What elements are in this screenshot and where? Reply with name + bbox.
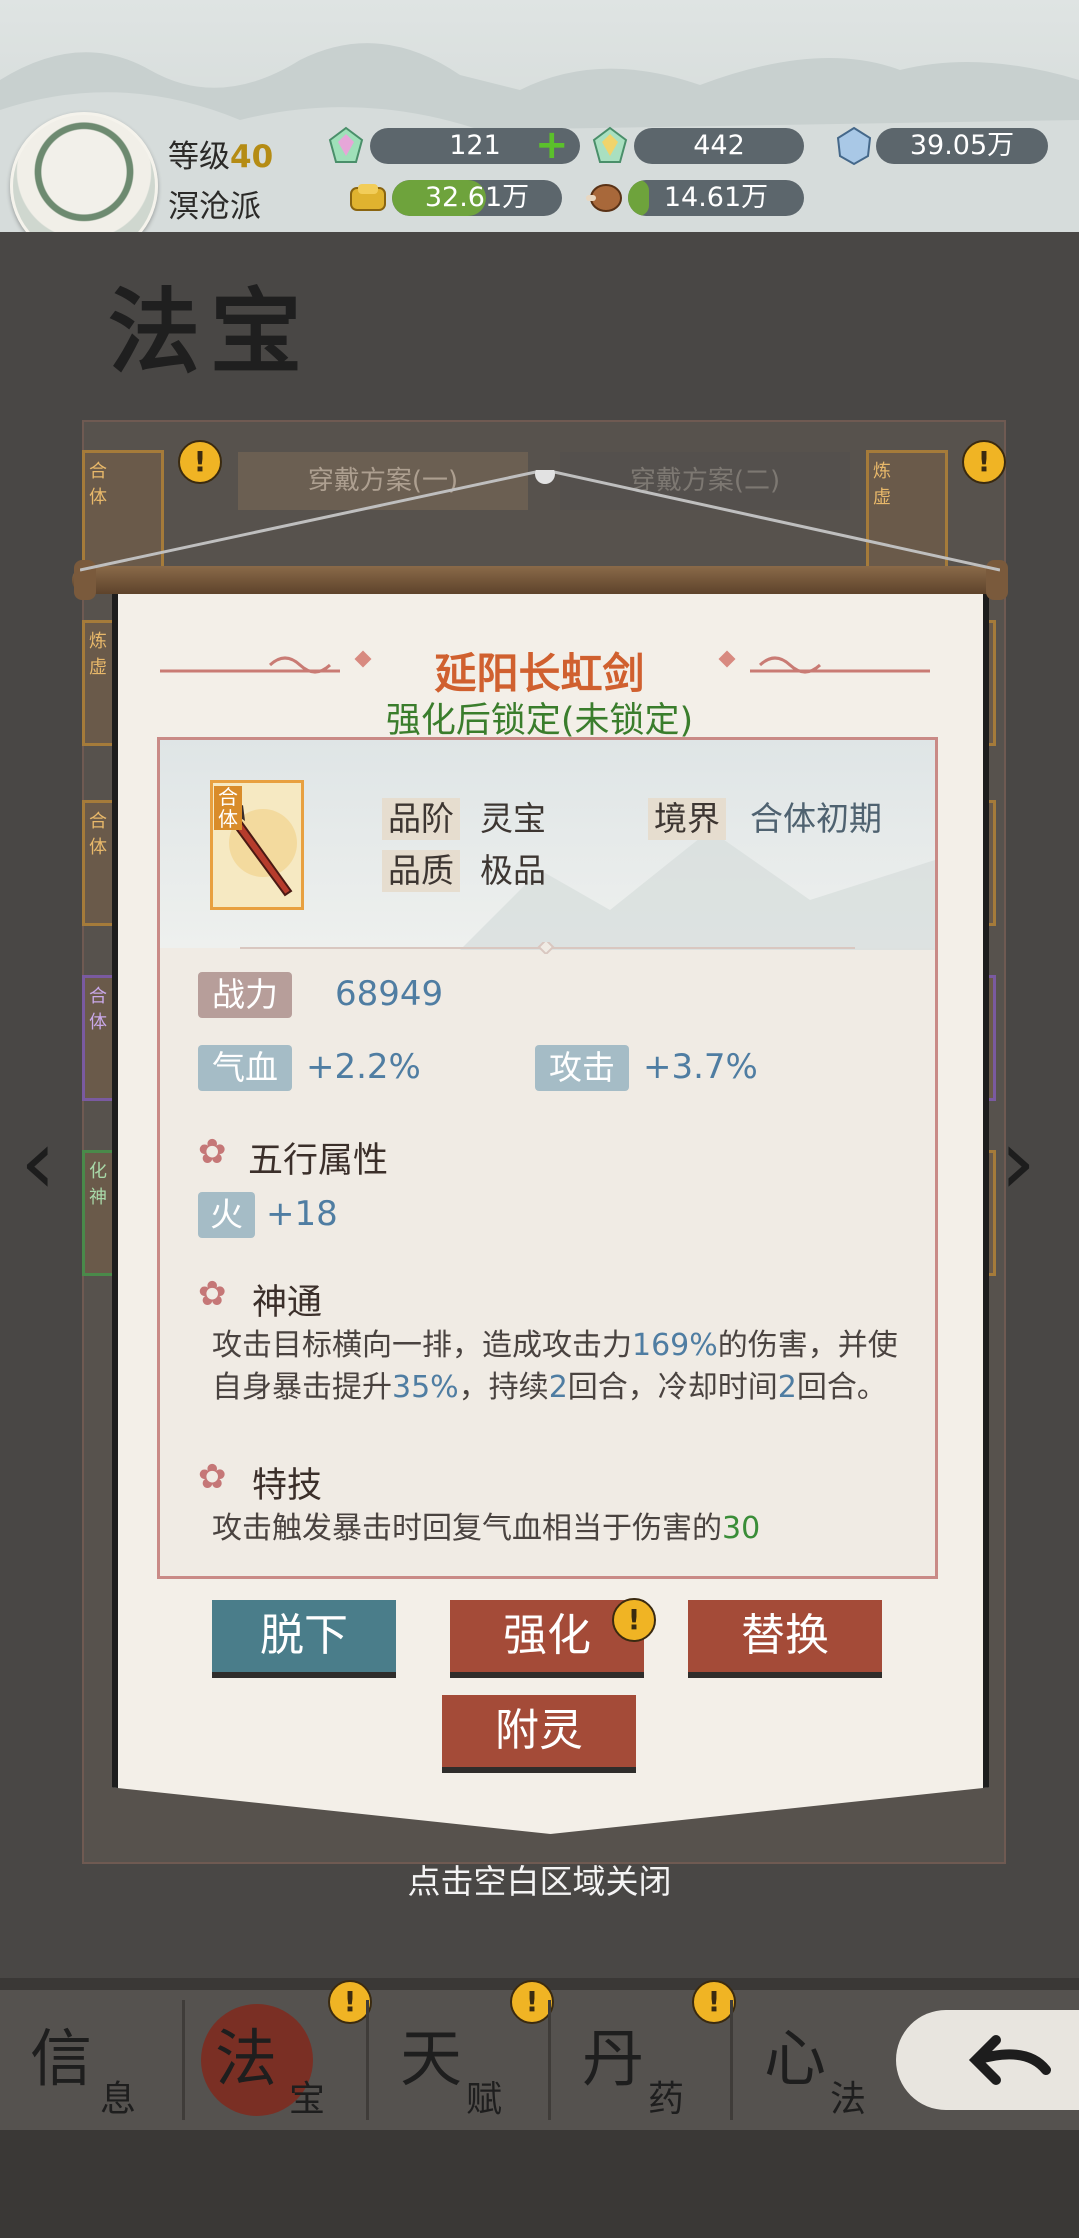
spirit-crystal-icon bbox=[592, 126, 628, 163]
flower-icon: ✿ bbox=[198, 1274, 227, 1314]
power-label: 战力 bbox=[198, 972, 292, 1018]
gold-counter: 32.61万 bbox=[392, 180, 562, 216]
alert-badge-icon: ! bbox=[612, 1598, 656, 1642]
add-icon[interactable]: + bbox=[535, 122, 569, 168]
unequip-button[interactable]: 脱下 bbox=[212, 1600, 396, 1678]
attack-value: +3.7% bbox=[643, 1047, 758, 1087]
nav-divider bbox=[366, 2000, 369, 2120]
realm-value: 合体初期 bbox=[750, 799, 882, 838]
enchant-button[interactable]: 附灵 bbox=[442, 1695, 636, 1773]
grade-label: 品阶 bbox=[382, 798, 460, 840]
hp-label: 气血 bbox=[198, 1045, 292, 1091]
spirit-crystal-counter: 442 bbox=[634, 128, 804, 164]
lock-status[interactable]: 强化后锁定(未锁定) bbox=[0, 692, 1079, 743]
sect-name: 溟沧派 bbox=[168, 189, 261, 225]
quality-label: 品质 bbox=[382, 850, 460, 892]
skill-description: 攻击目标横向一排，造成攻击力169%的伤害，并使自身暴击提升35%，持续2回合，… bbox=[212, 1328, 898, 1405]
attack-label: 攻击 bbox=[535, 1045, 629, 1091]
replace-button[interactable]: 替换 bbox=[688, 1600, 882, 1678]
back-arrow-icon bbox=[968, 2035, 1051, 2085]
special-title: 特技 bbox=[252, 1466, 323, 1506]
prev-arrow-icon[interactable]: ‹ bbox=[20, 1110, 56, 1215]
fire-element-value: +18 bbox=[266, 1194, 338, 1234]
close-hint[interactable]: 点击空白区域关闭 bbox=[0, 1855, 1079, 1903]
grade-value: 灵宝 bbox=[480, 799, 546, 838]
meat-icon bbox=[586, 184, 622, 212]
divider bbox=[240, 942, 855, 954]
hp-value: +2.2% bbox=[306, 1047, 421, 1087]
skill-title: 神通 bbox=[252, 1283, 323, 1323]
nav-divider bbox=[730, 2000, 733, 2120]
nav-info[interactable]: 信息 bbox=[0, 1990, 178, 2130]
five-elements-title: 五行属性 bbox=[248, 1141, 389, 1181]
flower-icon: ✿ bbox=[198, 1457, 227, 1497]
realm-tag: 合体 bbox=[214, 786, 242, 830]
spirit-stone-icon bbox=[328, 126, 364, 163]
blue-crystal-counter: 39.05万 bbox=[876, 128, 1048, 164]
back-button[interactable] bbox=[896, 2010, 1079, 2110]
next-arrow-icon[interactable]: › bbox=[1000, 1110, 1036, 1215]
gold-ingot-icon bbox=[350, 184, 386, 211]
flower-icon: ✿ bbox=[198, 1132, 227, 1172]
nav-divider bbox=[548, 2000, 551, 2120]
blue-crystal-icon bbox=[836, 126, 872, 166]
item-info-card: 合体 品阶 灵宝 境界 合体初期 品质 极品 战力 68949 气血 +2.2%… bbox=[157, 737, 938, 1579]
level-label: 等级40 bbox=[168, 139, 274, 175]
fire-element-label: 火 bbox=[198, 1192, 255, 1238]
level-value: 40 bbox=[230, 139, 274, 175]
quality-value: 极品 bbox=[480, 851, 546, 890]
nav-method[interactable]: 心法 bbox=[734, 1990, 912, 2130]
realm-label: 境界 bbox=[648, 798, 726, 840]
page-title: 法宝 bbox=[108, 278, 313, 386]
meat-counter: 14.61万 bbox=[628, 180, 804, 216]
special-description: 攻击触发暴击时回复气血相当于伤害的30 bbox=[212, 1511, 761, 1546]
hanging-string bbox=[80, 470, 1000, 572]
power-value: 68949 bbox=[335, 974, 444, 1014]
